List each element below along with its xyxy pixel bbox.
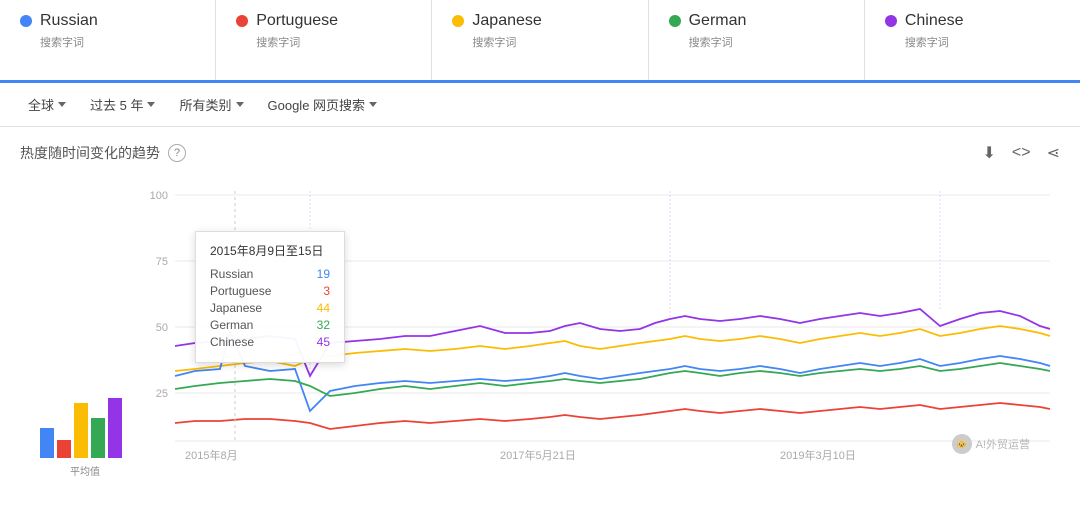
- tooltip-row-russian: Russian 19: [210, 267, 330, 281]
- tooltip-value: 19: [317, 267, 330, 281]
- filter-label-category: 所有类别: [179, 95, 231, 114]
- tooltip-label: Portuguese: [210, 284, 271, 298]
- watermark-text: A!外贸运营: [976, 436, 1030, 452]
- help-icon[interactable]: ?: [168, 144, 186, 162]
- caret-icon: [147, 102, 155, 107]
- filter-btn-search-type[interactable]: Google 网页搜索: [260, 91, 386, 118]
- filter-btn-period[interactable]: 过去 5 年: [82, 91, 163, 118]
- tooltip-label: Russian: [210, 267, 253, 281]
- tooltip-label: German: [210, 318, 253, 332]
- caret-icon: [369, 102, 377, 107]
- legend-item-portuguese: Portuguese 搜索字词: [216, 0, 432, 80]
- avg-label: 平均值: [70, 463, 100, 478]
- filter-btn-region[interactable]: 全球: [20, 91, 74, 118]
- legend-item-russian: Russian 搜索字词: [0, 0, 216, 80]
- tooltip-value: 32: [317, 318, 330, 332]
- watermark-icon: 🐱: [952, 434, 972, 454]
- legend-label-german: German: [689, 12, 747, 30]
- bar-item-2: [74, 403, 88, 458]
- bar-chart-area: [40, 388, 122, 458]
- tooltip-row-chinese: Chinese 45: [210, 335, 330, 349]
- download-button[interactable]: ⬇: [983, 143, 996, 163]
- share-button[interactable]: ⋖: [1047, 143, 1060, 163]
- tooltip-label: Japanese: [210, 301, 262, 315]
- legend-label-japanese: Japanese: [472, 12, 541, 30]
- svg-text:25: 25: [156, 388, 168, 400]
- legend-bar: Russian 搜索字词 Portuguese 搜索字词 Japanese 搜索…: [0, 0, 1080, 83]
- legend-sub-portuguese: 搜索字词: [236, 34, 411, 50]
- chart-container: 100 75 50 25 2015年8月 2017年5月21日 2019年3月1…: [20, 171, 1060, 486]
- tooltip-value: 3: [323, 284, 330, 298]
- legend-item-chinese: Chinese 搜索字词: [865, 0, 1080, 80]
- svg-text:2017年5月21日: 2017年5月21日: [500, 448, 576, 462]
- legend-item-japanese: Japanese 搜索字词: [432, 0, 648, 80]
- legend-item-german: German 搜索字词: [649, 0, 865, 80]
- legend-dot-portuguese: [236, 15, 248, 27]
- legend-sub-german: 搜索字词: [669, 34, 844, 50]
- svg-text:2019年3月10日: 2019年3月10日: [780, 448, 856, 462]
- bar-item-4: [108, 398, 122, 458]
- svg-text:100: 100: [150, 190, 168, 202]
- legend-dot-japanese: [452, 15, 464, 27]
- filter-bar: 全球 过去 5 年 所有类别 Google 网页搜索: [0, 83, 1080, 127]
- legend-dot-russian: [20, 15, 32, 27]
- legend-sub-japanese: 搜索字词: [452, 34, 627, 50]
- chart-title: 热度随时间变化的趋势: [20, 143, 160, 163]
- chart-title-row: 热度随时间变化的趋势 ?: [20, 143, 186, 163]
- filter-label-period: 过去 5 年: [90, 95, 143, 114]
- legend-label-russian: Russian: [40, 12, 98, 30]
- tooltip-label: Chinese: [210, 335, 254, 349]
- caret-icon: [236, 102, 244, 107]
- legend-label-portuguese: Portuguese: [256, 12, 338, 30]
- svg-text:50: 50: [156, 322, 168, 334]
- legend-sub-russian: 搜索字词: [20, 34, 195, 50]
- legend-sub-chinese: 搜索字词: [885, 34, 1060, 50]
- embed-button[interactable]: <>: [1012, 144, 1031, 162]
- bar-item-3: [91, 418, 105, 458]
- tooltip-value: 45: [317, 335, 330, 349]
- tooltip-row-portuguese: Portuguese 3: [210, 284, 330, 298]
- chart-actions: ⬇ <> ⋖: [983, 143, 1061, 163]
- legend-dot-chinese: [885, 15, 897, 27]
- bar-item-1: [57, 440, 71, 458]
- svg-text:2015年8月: 2015年8月: [185, 448, 238, 462]
- trend-chart: 100 75 50 25 2015年8月 2017年5月21日 2019年3月1…: [20, 171, 1060, 481]
- tooltip-date: 2015年8月9日至15日: [210, 242, 330, 259]
- chart-section: 热度随时间变化的趋势 ? ⬇ <> ⋖ 100 75 50 25 2015年8月…: [0, 127, 1080, 486]
- tooltip-box: 2015年8月9日至15日 Russian 19 Portuguese 3 Ja…: [195, 231, 345, 363]
- watermark: 🐱 A!外贸运营: [952, 434, 1030, 454]
- filter-label-search-type: Google 网页搜索: [268, 95, 366, 114]
- caret-icon: [58, 102, 66, 107]
- legend-label-chinese: Chinese: [905, 12, 964, 30]
- legend-dot-german: [669, 15, 681, 27]
- bar-item-0: [40, 428, 54, 458]
- filter-btn-category[interactable]: 所有类别: [171, 91, 251, 118]
- filter-label-region: 全球: [28, 95, 54, 114]
- tooltip-value: 44: [317, 301, 330, 315]
- tooltip-row-german: German 32: [210, 318, 330, 332]
- svg-text:75: 75: [156, 256, 168, 268]
- chart-header: 热度随时间变化的趋势 ? ⬇ <> ⋖: [20, 143, 1060, 163]
- tooltip-row-japanese: Japanese 44: [210, 301, 330, 315]
